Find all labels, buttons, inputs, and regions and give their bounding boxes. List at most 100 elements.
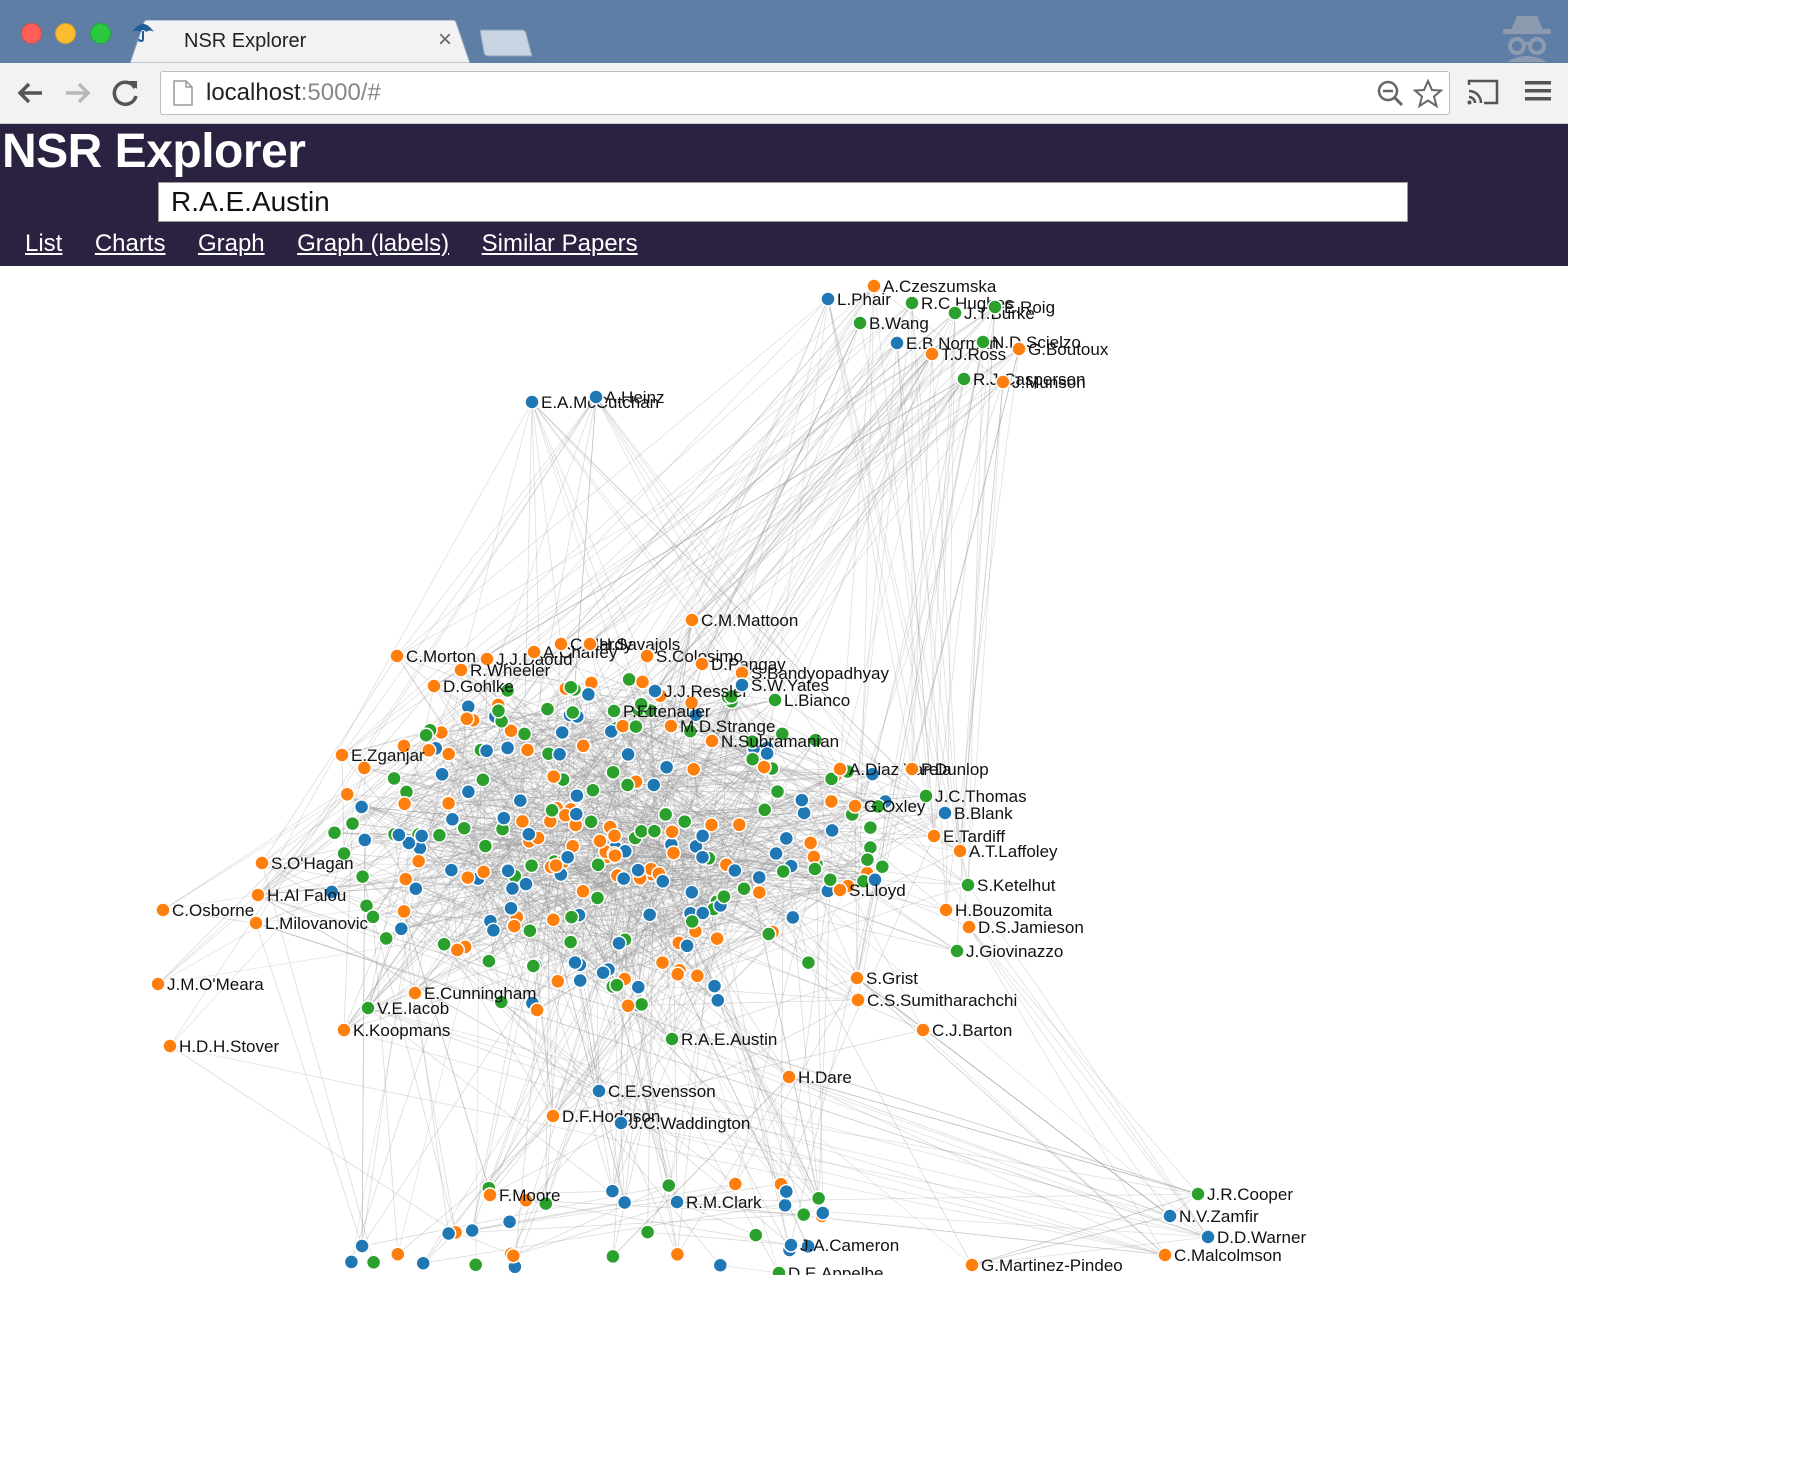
author-node[interactable] [736,880,752,897]
author-node[interactable] [390,1246,406,1262]
author-node-dot[interactable] [524,394,540,410]
new-tab-button[interactable] [478,28,534,58]
author-node[interactable] [615,870,632,887]
author-node[interactable] [679,938,695,954]
author-node-dot[interactable] [964,1257,980,1273]
author-node[interactable] [459,711,475,727]
author-node-dot[interactable] [162,1038,178,1054]
author-node[interactable] [606,828,623,844]
zoom-icon[interactable] [1376,79,1404,107]
author-node[interactable] [456,820,472,836]
author-node-dot[interactable] [1162,1208,1178,1224]
author-node[interactable] [777,1197,793,1214]
author-node[interactable] [512,792,529,809]
author-node[interactable] [616,1194,633,1211]
author-node[interactable] [595,964,611,981]
author-node[interactable] [539,701,556,717]
author-node[interactable] [499,740,516,756]
author-node[interactable] [550,973,566,990]
author-node[interactable] [567,954,583,971]
author-node[interactable] [619,777,636,793]
author-node-dot[interactable] [937,805,953,821]
author-node[interactable] [326,824,343,841]
window-close-button[interactable] [21,23,42,44]
author-node[interactable] [503,900,519,916]
author-node[interactable] [661,1177,677,1194]
author-node[interactable] [641,906,658,923]
author-node-dot[interactable] [591,1083,607,1099]
author-node[interactable] [378,930,394,947]
window-minimize-button[interactable] [55,23,76,44]
author-node[interactable] [669,1246,686,1263]
author-search-input[interactable] [158,182,1408,222]
author-node[interactable] [611,935,627,951]
author-node[interactable] [522,922,538,939]
author-node[interactable] [646,777,662,793]
author-node[interactable] [859,851,876,868]
author-node[interactable] [343,1254,360,1270]
author-node-dot[interactable] [783,1237,799,1253]
author-node[interactable] [354,868,371,885]
author-node[interactable] [796,805,812,821]
address-bar[interactable]: localhost:5000/# [160,71,1450,115]
author-node[interactable] [694,849,711,865]
author-node[interactable]: J.M.O'Meara [150,975,264,994]
author-node[interactable] [529,1002,545,1018]
author-node[interactable] [500,863,516,879]
author-node-dot[interactable] [482,1187,498,1203]
author-node[interactable] [475,864,492,880]
author-node[interactable] [590,857,606,873]
author-node[interactable]: F.Moore [482,1186,560,1205]
author-node[interactable] [630,862,646,878]
author-node-dot[interactable] [588,389,604,405]
author-node-dot[interactable] [947,305,963,321]
author-node[interactable] [862,819,879,836]
author-node-dot[interactable] [956,371,972,387]
author-node[interactable] [684,884,700,901]
author-node-dot[interactable] [426,678,442,694]
author-node[interactable] [585,782,601,798]
author-node-dot[interactable] [1157,1247,1173,1263]
author-node[interactable] [709,930,725,947]
author-node[interactable] [353,799,370,815]
author-node[interactable]: B.Blank [937,804,1013,823]
author-node[interactable] [460,784,477,800]
author-node[interactable] [569,787,585,804]
author-node-dot[interactable] [952,843,968,859]
author-node[interactable] [475,771,491,788]
author-node[interactable] [785,909,801,926]
tab-close-icon[interactable]: × [438,26,452,54]
author-node-dot[interactable] [613,1115,629,1131]
author-node[interactable]: B.Wang [852,314,929,333]
author-node[interactable] [575,738,591,754]
author-node[interactable] [575,883,591,900]
author-node-dot[interactable] [334,747,350,763]
author-node[interactable]: C.E.Svensson [591,1082,716,1101]
author-node[interactable] [339,786,355,803]
author-node[interactable] [501,1214,518,1230]
author-node[interactable] [778,830,795,847]
author-node[interactable] [775,863,791,880]
author-node-dot[interactable] [987,299,1003,315]
author-node-dot[interactable] [684,612,700,628]
author-node[interactable] [514,813,531,830]
author-node[interactable] [354,1238,370,1254]
author-node[interactable] [344,815,361,832]
author-node-dot[interactable] [248,915,264,931]
nav-link-list[interactable]: List [25,230,62,257]
author-node[interactable] [756,759,772,775]
author-node-dot[interactable] [407,985,423,1001]
author-node[interactable] [478,743,495,759]
author-node[interactable] [444,811,461,828]
author-node[interactable] [630,979,647,995]
author-node-dot[interactable] [545,1108,561,1124]
author-node[interactable] [751,869,767,886]
author-node[interactable] [768,845,784,862]
author-node[interactable] [516,726,533,742]
author-node[interactable] [436,936,452,952]
author-node[interactable] [563,679,579,695]
author-node[interactable]: L.Milovanovic [248,914,368,933]
author-node-dot[interactable] [924,346,940,362]
author-node-dot[interactable] [904,295,920,311]
author-node-dot[interactable] [639,648,655,664]
